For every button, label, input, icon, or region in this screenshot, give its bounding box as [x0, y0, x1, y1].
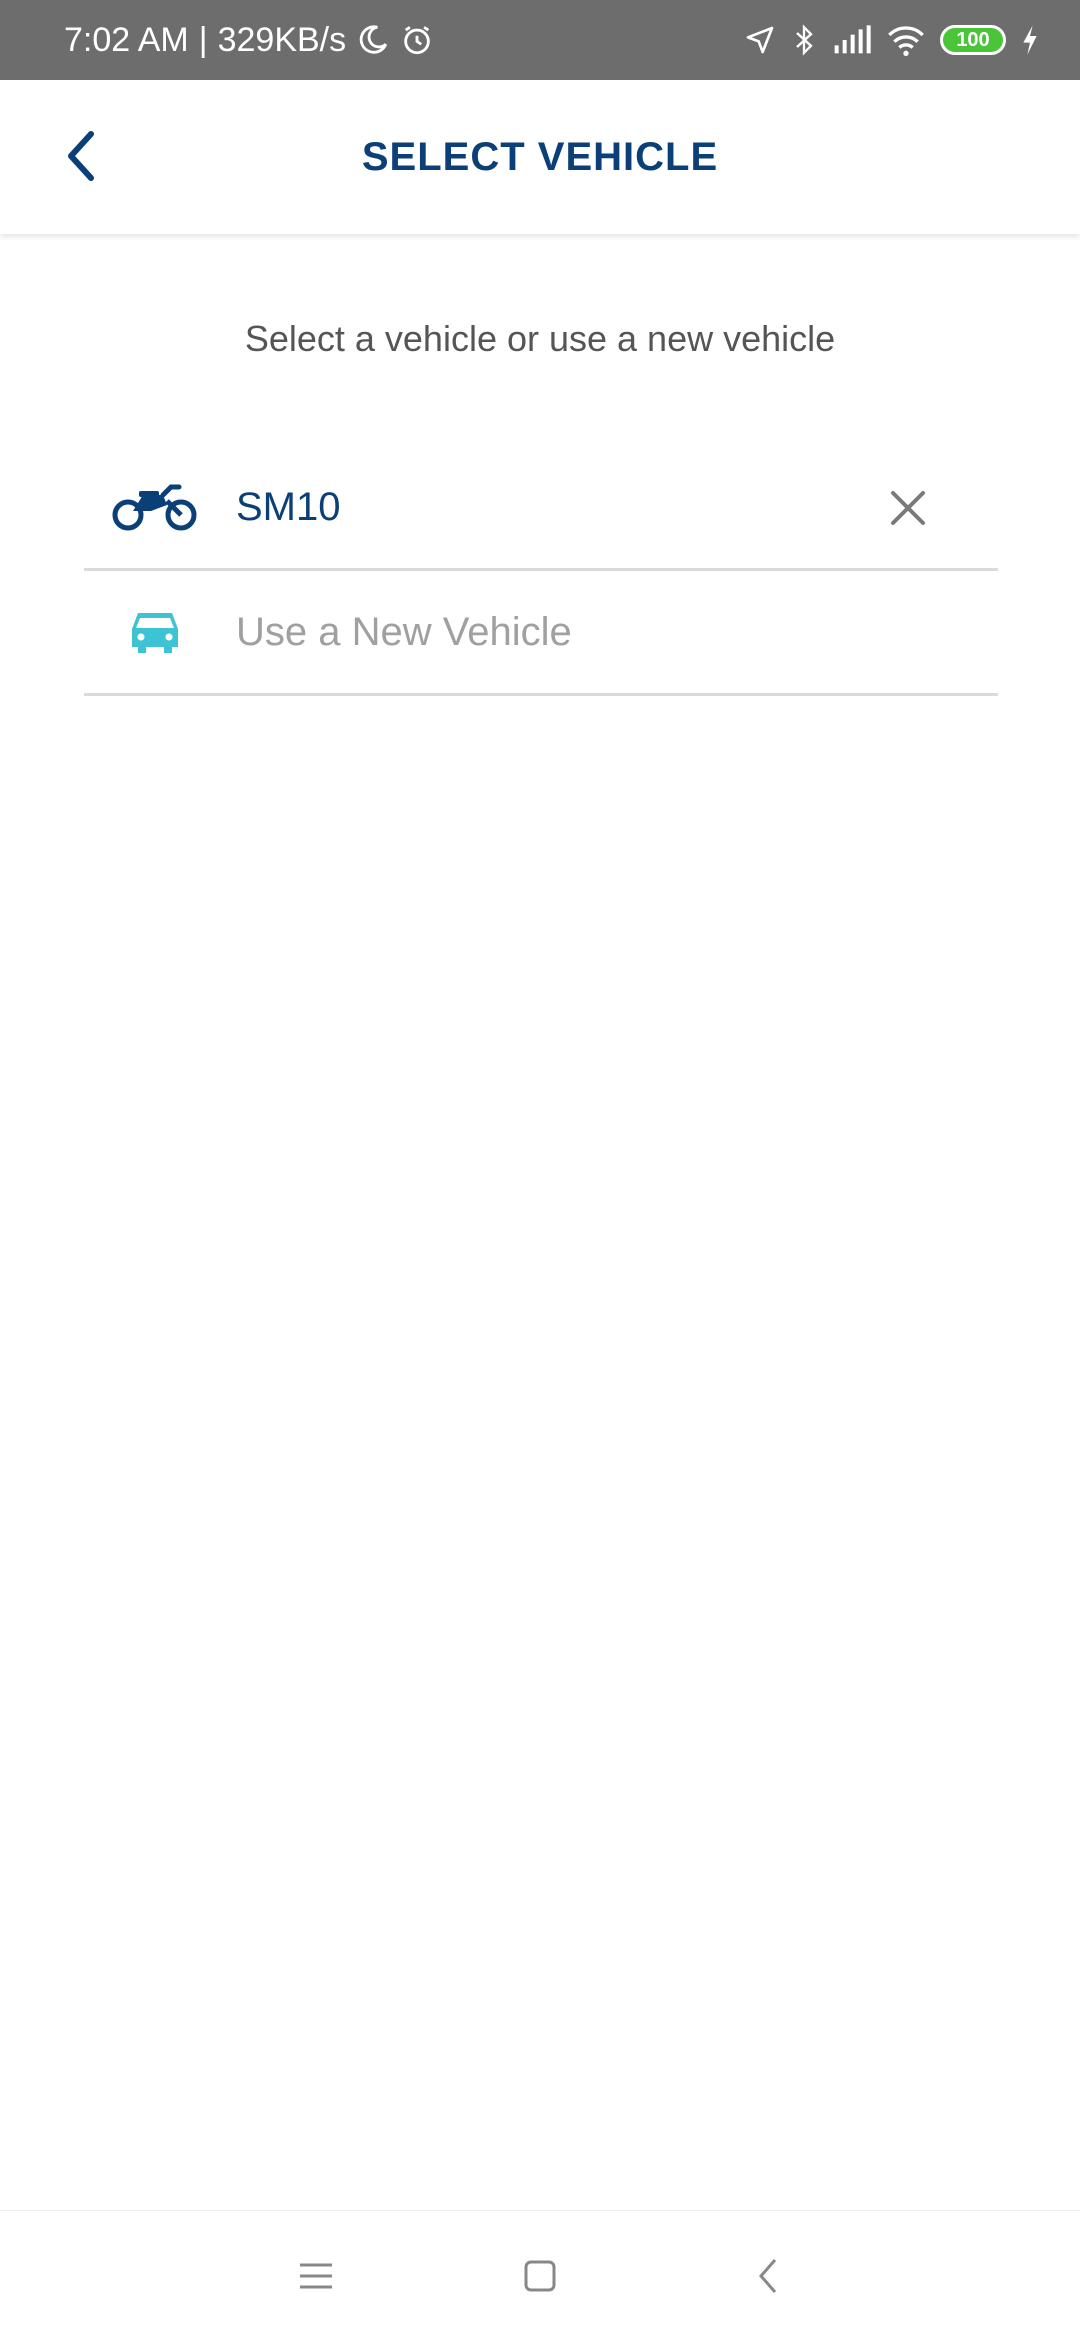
battery-icon: 100: [940, 25, 1006, 55]
close-icon: [891, 491, 925, 525]
vehicle-label: SM10: [236, 484, 341, 529]
signal-icon: [832, 23, 872, 57]
status-network-speed: 329KB/s: [217, 20, 347, 59]
home-square-icon: [524, 2260, 556, 2292]
status-left: 7:02 AM | 329KB/s: [64, 21, 434, 60]
vehicle-label: Use a New Vehicle: [236, 609, 572, 654]
status-time: 7:02 AM: [64, 20, 189, 59]
status-bar: 7:02 AM | 329KB/s 100: [0, 0, 1080, 80]
alarm-icon: [400, 23, 434, 57]
menu-icon: [300, 2263, 332, 2289]
vehicle-list: SM10 Use a New Vehicle: [84, 446, 998, 696]
page-title: SELECT VEHICLE: [361, 134, 719, 179]
back-button[interactable]: [48, 124, 112, 188]
instruction-text: Select a vehicle or use a new vehicle: [244, 318, 836, 359]
location-icon: [744, 24, 776, 56]
status-right: 100: [744, 23, 1040, 57]
moon-icon: [356, 23, 390, 57]
battery-level: 100: [956, 28, 990, 51]
use-new-vehicle-item[interactable]: Use a New Vehicle: [84, 571, 998, 696]
vehicle-item-sm10[interactable]: SM10: [84, 446, 998, 571]
system-back-button[interactable]: [738, 2246, 798, 2306]
back-chevron-icon: [759, 2259, 777, 2293]
chevron-left-icon: [68, 131, 94, 181]
car-icon: [84, 609, 236, 655]
bluetooth-icon: [790, 23, 818, 57]
status-separator: |: [198, 20, 208, 59]
wifi-icon: [886, 23, 926, 57]
remove-vehicle-button[interactable]: [882, 482, 934, 534]
charging-icon: [1020, 24, 1040, 56]
menu-button[interactable]: [286, 2246, 346, 2306]
home-button[interactable]: [510, 2246, 570, 2306]
system-nav-bar: [0, 2210, 1080, 2340]
motorcycle-icon: [84, 481, 236, 533]
app-header: SELECT VEHICLE: [0, 80, 1080, 234]
